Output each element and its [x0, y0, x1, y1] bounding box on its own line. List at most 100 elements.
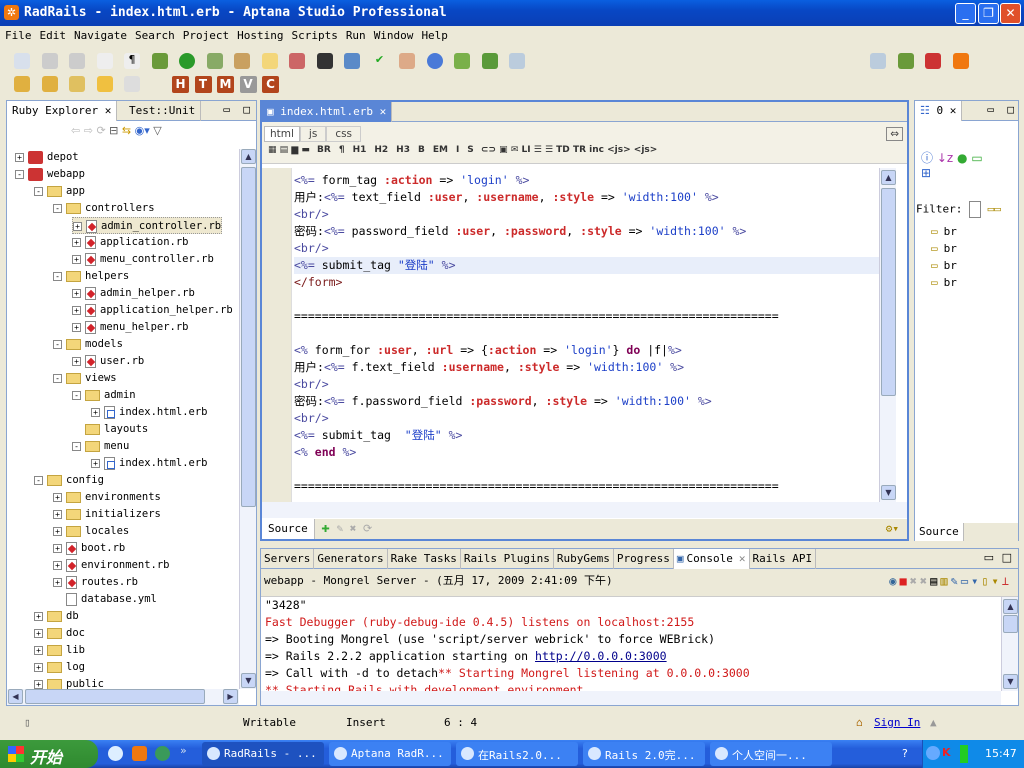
- block-icon[interactable]: ▬: [301, 145, 310, 155]
- expand-toggle-icon[interactable]: +: [72, 356, 81, 366]
- expand-toggle-icon[interactable]: +: [91, 407, 100, 417]
- filter-input[interactable]: [968, 201, 981, 218]
- format-button[interactable]: S: [467, 145, 473, 155]
- globe-icon[interactable]: [426, 53, 443, 69]
- expand-toggle-icon[interactable]: +: [72, 237, 81, 247]
- expand-toggle-icon[interactable]: +: [53, 509, 62, 519]
- code-editor[interactable]: <%= form_tag :action => 'login' %> 用户:<%=…: [262, 168, 879, 502]
- tree-item[interactable]: + admin_controller.rb: [72, 217, 223, 234]
- html-m-button[interactable]: M: [217, 76, 234, 93]
- tab-ruby-explorer[interactable]: Ruby Explorer ✕: [7, 101, 118, 121]
- sort-icon[interactable]: ↓z: [937, 151, 953, 165]
- help-tray-icon[interactable]: ?: [902, 747, 908, 760]
- tab-test-unit[interactable]: Test::Unit: [124, 101, 202, 121]
- browser-quicklaunch-icon[interactable]: [155, 746, 170, 761]
- format-button[interactable]: H1: [353, 145, 367, 155]
- debug-perspective-icon[interactable]: [897, 53, 914, 69]
- close-icon[interactable]: ✕: [105, 104, 112, 117]
- pin-console-icon[interactable]: ✎: [951, 574, 961, 588]
- open-console-icon[interactable]: ▯▾: [981, 574, 1001, 588]
- maximize-view-icon[interactable]: □: [243, 103, 250, 116]
- menu-file[interactable]: File: [0, 28, 35, 42]
- unordered-list-icon[interactable]: ☰: [545, 145, 553, 155]
- help-icon[interactable]: ⓘ: [921, 151, 933, 165]
- collapse-all-icon[interactable]: ⊟: [109, 124, 118, 137]
- expand-toggle-icon[interactable]: -: [34, 475, 43, 485]
- close-button[interactable]: ✕: [1000, 3, 1021, 24]
- tree-item[interactable]: + boot.rb: [53, 540, 125, 557]
- collapse-icon[interactable]: ▭: [971, 151, 982, 165]
- external-tools-icon[interactable]: [206, 53, 223, 69]
- format-button[interactable]: B: [418, 145, 425, 155]
- tab-progress[interactable]: Progress: [614, 549, 674, 569]
- forward-icon[interactable]: ⇨: [84, 124, 93, 137]
- tab-rubygems[interactable]: RubyGems: [554, 549, 614, 569]
- tree-item[interactable]: + admin_helper.rb: [72, 285, 195, 302]
- check-icon[interactable]: ✔: [372, 53, 388, 69]
- save-icon[interactable]: [41, 53, 58, 69]
- expand-toggle-icon[interactable]: +: [91, 458, 100, 468]
- tab-source[interactable]: Source: [262, 519, 315, 539]
- tree-item[interactable]: - helpers: [53, 268, 129, 285]
- menu-window[interactable]: Window: [369, 28, 417, 42]
- format-button[interactable]: I: [456, 145, 459, 155]
- format-button[interactable]: ¶: [339, 145, 345, 155]
- explorer-hscrollbar[interactable]: ◀ ▶: [7, 689, 239, 705]
- expand-toggle-icon[interactable]: -: [34, 186, 43, 196]
- page-icon[interactable]: [96, 53, 113, 69]
- expand-toggle-icon[interactable]: -: [72, 441, 81, 451]
- expand-toggle-icon[interactable]: -: [72, 390, 81, 400]
- expand-toggle-icon[interactable]: +: [53, 577, 62, 587]
- tag-filter-icon[interactable]: ▭▭: [988, 203, 1001, 216]
- format-button[interactable]: BR: [317, 145, 331, 155]
- tree-item[interactable]: + index.html.erb: [91, 404, 208, 421]
- tree-item[interactable]: + user.rb: [72, 353, 144, 370]
- tree-item[interactable]: - views: [53, 370, 117, 387]
- menu-run[interactable]: Run: [341, 28, 369, 42]
- console-output[interactable]: "3428" Fast Debugger (ruby-debug-ide 0.4.…: [261, 597, 1001, 691]
- delete-icon[interactable]: ✖: [350, 522, 357, 535]
- list-item-icon[interactable]: LI: [522, 145, 531, 155]
- outline-item[interactable]: ▭ br: [931, 225, 957, 242]
- open-folder-icon[interactable]: [261, 53, 278, 69]
- expand-toggle-icon[interactable]: +: [34, 662, 43, 672]
- tree-item[interactable]: + environments: [53, 489, 161, 506]
- outline-item[interactable]: ▭ br: [931, 259, 957, 276]
- tree-item[interactable]: - models: [53, 336, 123, 353]
- tab-css[interactable]: css: [326, 126, 362, 142]
- tree-item[interactable]: + lib: [34, 642, 85, 659]
- back-icon[interactable]: [96, 76, 113, 92]
- console-hscrollbar[interactable]: [261, 691, 1001, 705]
- maximize-view-icon[interactable]: □: [1007, 103, 1014, 116]
- minimize-view-icon[interactable]: ▭: [984, 551, 994, 564]
- expand-toggle-icon[interactable]: +: [53, 492, 62, 502]
- expand-toggle-icon[interactable]: +: [72, 288, 81, 298]
- run-icon[interactable]: [179, 53, 195, 69]
- tree-item[interactable]: - webapp: [15, 166, 85, 183]
- tree-item[interactable]: + log: [34, 659, 85, 676]
- menu-help[interactable]: Help: [416, 28, 451, 42]
- tree-item[interactable]: + menu_controller.rb: [72, 251, 214, 268]
- window-icon[interactable]: [509, 53, 525, 69]
- console-scrollbar[interactable]: ▲ ▼: [1001, 597, 1018, 691]
- debug-icon[interactable]: [151, 53, 168, 69]
- tree-item[interactable]: + doc: [34, 625, 85, 642]
- tab-servers[interactable]: Servers: [261, 549, 315, 569]
- expand-toggle-icon[interactable]: -: [53, 203, 62, 213]
- expand-icon[interactable]: ⊞: [921, 166, 931, 180]
- tree-item[interactable]: + routes.rb: [53, 574, 138, 591]
- previous-icon[interactable]: [41, 76, 58, 92]
- expand-toggle-icon[interactable]: +: [72, 305, 81, 315]
- scroll-lock-icon[interactable]: ▥: [940, 574, 950, 588]
- sign-in-link[interactable]: Sign In: [874, 716, 920, 729]
- globe-icon[interactable]: ◉▾: [135, 124, 150, 137]
- td-icon[interactable]: TD: [556, 145, 570, 155]
- mail-icon[interactable]: ✉: [511, 145, 519, 155]
- more-icon[interactable]: »: [180, 744, 187, 757]
- expand-toggle-icon[interactable]: +: [53, 543, 62, 553]
- back-icon[interactable]: ⇦: [71, 124, 80, 137]
- tab-outline[interactable]: ☷ 0 ✕: [915, 101, 963, 121]
- expand-toggle-icon[interactable]: +: [34, 645, 43, 655]
- layout-icon[interactable]: ▤: [280, 145, 289, 155]
- split-icon[interactable]: ⇔: [886, 127, 903, 141]
